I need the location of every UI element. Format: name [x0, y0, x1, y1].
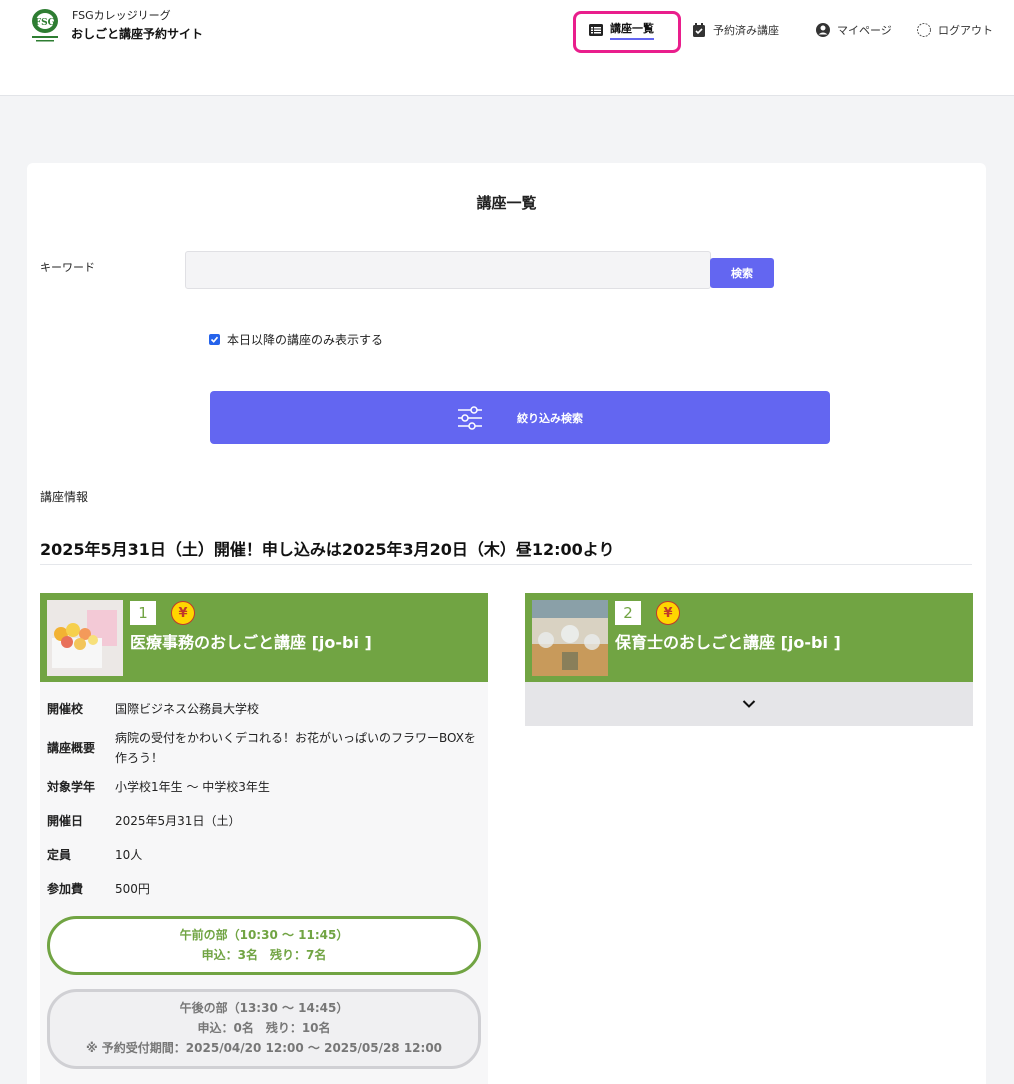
chevron-down-icon — [742, 700, 756, 708]
course-header[interactable]: 2 ¥ 保育士のおしごと講座 [jo-bi ] — [525, 593, 973, 682]
course-details: 開催校 国際ビジネス公務員大学校 講座概要 病院の受付をかわいくデコれる！お花が… — [40, 682, 488, 1084]
fsg-logo-icon[interactable]: FSG — [30, 8, 60, 44]
brand-subtitle: FSGカレッジリーグ — [72, 9, 171, 22]
keyword-input[interactable] — [185, 251, 711, 289]
info-value: 2025年5月31日（土） — [115, 814, 241, 828]
user-circle-icon — [816, 23, 830, 37]
info-value: 10人 — [115, 848, 143, 862]
nav-courses[interactable]: 講座一覧 — [588, 20, 654, 40]
nav-logout[interactable]: ログアウト — [916, 20, 993, 40]
sliders-icon — [458, 405, 482, 430]
divider — [40, 564, 972, 565]
event-heading: 2025年5月31日（土）開催！申し込みは2025年3月20日（木）昼12:00… — [40, 540, 615, 559]
info-fee: 参加費 500円 — [47, 872, 481, 906]
info-summary: 講座概要 病院の受付をかわいくデコれる！お花がいっぱいのフラワーBOXを作ろう！ — [47, 726, 481, 770]
session-status: 申込：0名 残り：10名 — [197, 1021, 331, 1035]
nav-reserved[interactable]: 予約済み講座 — [691, 20, 779, 40]
course-name: 医療事務のおしごと講座 [jo-bi ] — [130, 633, 372, 652]
site-header: FSG FSGカレッジリーグ おしごと講座予約サイト 講座一覧 予約済み講座 マ… — [0, 0, 1014, 96]
course-header[interactable]: 1 ¥ 医療事務のおしごと講座 [jo-bi ] — [40, 593, 488, 682]
info-grade: 対象学年 小学校1年生 〜 中学校3年生 — [47, 770, 481, 804]
filter-search-button[interactable]: 絞り込み検索 — [210, 391, 830, 444]
info-value: 小学校1年生 〜 中学校3年生 — [115, 780, 270, 794]
flower-box-thumbnail — [47, 600, 123, 676]
session-afternoon-button: 午後の部（13:30 〜 14:45） 申込：0名 残り：10名 ※ 予約受付期… — [47, 989, 481, 1069]
page-title: 講座一覧 — [476, 194, 537, 212]
info-date: 開催日 2025年5月31日（土） — [47, 804, 481, 838]
yen-icon: ¥ — [656, 601, 680, 625]
nav-courses-label: 講座一覧 — [610, 20, 654, 40]
keyword-label: キーワード — [40, 261, 95, 274]
info-label: 定員 — [47, 848, 72, 862]
info-label: 講座概要 — [47, 741, 96, 755]
search-button[interactable]: 検索 — [710, 258, 774, 288]
checkbox-checked-icon[interactable] — [209, 334, 220, 345]
course-name: 保育士のおしごと講座 [jo-bi ] — [615, 633, 841, 652]
session-title: 午後の部（13:30 〜 14:45） — [179, 1001, 349, 1015]
info-value: 国際ビジネス公務員大学校 — [115, 702, 260, 716]
only-future-toggle[interactable]: 本日以降の講座のみ表示する — [209, 331, 383, 348]
info-value: 500円 — [115, 882, 150, 896]
section-label: 講座情報 — [40, 490, 89, 504]
svg-text:FSG: FSG — [35, 18, 56, 28]
nav-reserved-label: 予約済み講座 — [713, 24, 779, 37]
session-note: ※ 予約受付期間：2025/04/20 12:00 〜 2025/05/28 1… — [85, 1041, 443, 1055]
info-capacity: 定員 10人 — [47, 838, 481, 872]
course-card-1: 1 ¥ 医療事務のおしごと講座 [jo-bi ] 開催校 国際ビジネス公務員大学… — [40, 593, 488, 1084]
course-number: 1 — [130, 601, 156, 625]
info-label: 参加費 — [47, 882, 84, 896]
classroom-thumbnail — [532, 600, 608, 676]
info-school: 開催校 国際ビジネス公務員大学校 — [47, 692, 481, 726]
brand-title[interactable]: おしごと講座予約サイト — [71, 25, 203, 42]
info-label: 対象学年 — [47, 780, 96, 794]
expand-toggle[interactable] — [525, 682, 973, 726]
session-title: 午前の部（10:30 〜 11:45） — [179, 928, 349, 942]
nav-logout-label: ログアウト — [938, 24, 993, 37]
nav-mypage-label: マイページ — [837, 24, 892, 37]
course-number: 2 — [615, 601, 641, 625]
only-future-label: 本日以降の講座のみ表示する — [227, 333, 384, 347]
session-morning-button[interactable]: 午前の部（10:30 〜 11:45） 申込：3名 残り：7名 — [47, 916, 481, 975]
list-icon — [589, 24, 603, 36]
session-status: 申込：3名 残り：7名 — [201, 948, 327, 962]
yen-icon: ¥ — [171, 601, 195, 625]
filter-search-label: 絞り込み検索 — [517, 411, 583, 425]
info-label: 開催日 — [47, 814, 84, 828]
logout-circle-icon — [917, 23, 931, 37]
info-value: 病院の受付をかわいくデコれる！お花がいっぱいのフラワーBOXを作ろう！ — [115, 731, 476, 765]
info-label: 開催校 — [47, 702, 84, 716]
nav-mypage[interactable]: マイページ — [815, 20, 892, 40]
course-card-2: 2 ¥ 保育士のおしごと講座 [jo-bi ] — [525, 593, 973, 726]
calendar-check-icon — [693, 23, 705, 37]
course-list-card: 講座一覧 キーワード 検索 本日以降の講座のみ表示する 絞り込み検索 講座情報 … — [27, 163, 986, 1084]
